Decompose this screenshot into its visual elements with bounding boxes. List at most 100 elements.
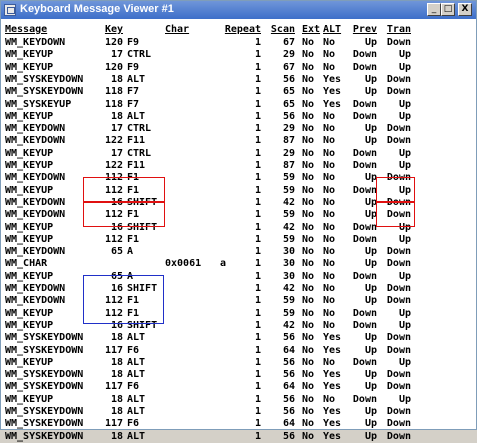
table-row[interactable]: WM_SYSKEYDOWN 18 ALT 1 56 No Yes Up Down bbox=[1, 405, 476, 418]
cell-tran: Up bbox=[398, 393, 411, 405]
cell-key: 18 bbox=[110, 73, 123, 85]
cell-tran: Down bbox=[386, 123, 411, 135]
cell-scan: 64 bbox=[282, 344, 295, 356]
cell-message: WM_KEYUP bbox=[5, 184, 54, 196]
cell-tran: Down bbox=[386, 381, 411, 393]
highlight-box-blue bbox=[83, 275, 164, 324]
table-row[interactable]: WM_SYSKEYDOWN 18 ALT 1 56 No Yes Up Down bbox=[1, 331, 476, 344]
cell-key: 18 bbox=[110, 332, 123, 344]
cell-ext: No bbox=[302, 196, 315, 208]
cell-scan: 87 bbox=[282, 135, 295, 147]
cell-tran: Down bbox=[386, 406, 411, 417]
cell-tran: Up bbox=[398, 147, 411, 159]
cell-prev: Up bbox=[364, 246, 377, 258]
table-row[interactable]: WM_SYSKEYDOWN 117 F6 1 64 No Yes Up Down bbox=[1, 417, 476, 430]
table-row[interactable]: WM_KEYDOWN 122 F11 1 87 No No Up Down bbox=[1, 134, 476, 147]
table-row[interactable]: WM_KEYUP 120 F9 1 67 No No Down Up bbox=[1, 61, 476, 74]
cell-message: WM_KEYDOWN bbox=[5, 135, 66, 147]
cell-keyname: F7 bbox=[127, 98, 140, 110]
highlight-box-red bbox=[376, 177, 415, 202]
cell-prev: Down bbox=[352, 233, 377, 245]
cell-keyname: CTRL bbox=[127, 123, 152, 135]
table-row[interactable]: WM_SYSKEYDOWN 18 ALT 1 56 No Yes Up Down bbox=[1, 430, 476, 443]
cell-keyname: F7 bbox=[127, 86, 140, 98]
table-row[interactable]: WM_KEYUP 112 F1 1 59 No No Down Up bbox=[1, 233, 476, 246]
cell-prev: Down bbox=[352, 160, 377, 171]
cell-scan: 56 bbox=[282, 332, 295, 344]
table-row[interactable]: WM_KEYUP 16 SHIFT 1 42 No No Down Up bbox=[1, 319, 476, 332]
cell-ext: No bbox=[302, 369, 315, 381]
cell-scan: 30 bbox=[282, 246, 295, 258]
cell-prev: Up bbox=[364, 283, 377, 294]
table-row[interactable]: WM_KEYUP 18 ALT 1 56 No No Down Up bbox=[1, 110, 476, 123]
cell-prev: Down bbox=[352, 98, 377, 110]
cell-scan: 56 bbox=[282, 406, 295, 417]
cell-ext: No bbox=[302, 73, 315, 85]
cell-prev: Up bbox=[364, 369, 377, 381]
table-row[interactable]: WM_CHAR 0x0061 a 1 30 No No Up Down bbox=[1, 257, 476, 270]
table-row[interactable]: WM_KEYDOWN 120 F9 1 67 No No Up Down bbox=[1, 36, 476, 49]
cell-prev: Up bbox=[364, 295, 377, 307]
cell-prev: Down bbox=[352, 184, 377, 196]
cell-prev: Up bbox=[364, 344, 377, 356]
cell-tran: Down bbox=[386, 37, 411, 48]
cell-scan: 65 bbox=[282, 98, 295, 110]
table-row[interactable]: WM_KEYDOWN 112 F1 1 59 No No Up Down bbox=[1, 294, 476, 307]
cell-prev: Down bbox=[352, 319, 377, 331]
table-row[interactable]: WM_SYSKEYDOWN 117 F6 1 64 No Yes Up Down bbox=[1, 380, 476, 393]
cell-scan: 59 bbox=[282, 184, 295, 196]
cell-repeat: 1 bbox=[254, 135, 261, 147]
cell-message: WM_KEYDOWN bbox=[5, 37, 66, 48]
cell-keyname: ALT bbox=[127, 110, 146, 122]
cell-key: 18 bbox=[110, 406, 123, 417]
cell-scan: 56 bbox=[282, 369, 295, 381]
cell-prev: Up bbox=[364, 196, 377, 208]
cell-tran: Up bbox=[398, 307, 411, 319]
table-row[interactable]: WM_KEYUP 17 CTRL 1 29 No No Down Up bbox=[1, 48, 476, 61]
table-row[interactable]: WM_KEYUP 18 ALT 1 56 No No Down Up bbox=[1, 356, 476, 369]
table-row[interactable]: WM_SYSKEYDOWN 117 F6 1 64 No Yes Up Down bbox=[1, 344, 476, 357]
cell-scan: 59 bbox=[282, 172, 295, 184]
cell-message: WM_KEYDOWN bbox=[5, 196, 66, 208]
table-row[interactable]: WM_SYSKEYDOWN 18 ALT 1 56 No Yes Up Down bbox=[1, 368, 476, 381]
message-list[interactable]: Message Key Char Repeat Scan Ext ALT Pre… bbox=[1, 19, 476, 442]
cell-ext: No bbox=[302, 61, 315, 73]
minimize-button[interactable]: _ bbox=[427, 3, 441, 16]
table-row[interactable]: WM_SYSKEYDOWN 18 ALT 1 56 No Yes Up Down bbox=[1, 73, 476, 86]
cell-prev: Up bbox=[364, 406, 377, 417]
cell-message: WM_KEYUP bbox=[5, 221, 54, 233]
cell-message: WM_SYSKEYDOWN bbox=[5, 73, 84, 85]
cell-ext: No bbox=[302, 381, 315, 393]
cell-ext: No bbox=[302, 406, 315, 417]
cell-ext: No bbox=[302, 393, 315, 405]
cell-repeat: 1 bbox=[254, 307, 261, 319]
table-row[interactable]: WM_SYSKEYDOWN 118 F7 1 65 No Yes Up Down bbox=[1, 85, 476, 98]
cell-scan: 59 bbox=[282, 209, 295, 221]
cell-tran: Up bbox=[398, 160, 411, 171]
app-icon[interactable] bbox=[4, 4, 16, 16]
cell-ext: No bbox=[302, 184, 315, 196]
table-row[interactable]: WM_KEYDOWN 65 A 1 30 No No Up Down bbox=[1, 245, 476, 258]
cell-prev: Up bbox=[364, 258, 377, 270]
cell-ext: No bbox=[302, 233, 315, 245]
table-row[interactable]: WM_SYSKEYUP 118 F7 1 65 No Yes Down Up bbox=[1, 98, 476, 111]
table-row[interactable]: WM_KEYUP 112 F1 1 59 No No Down Up bbox=[1, 307, 476, 320]
maximize-button[interactable]: □ bbox=[441, 3, 455, 16]
table-row[interactable]: WM_KEYDOWN 17 CTRL 1 29 No No Up Down bbox=[1, 122, 476, 135]
cell-repeat: 1 bbox=[254, 160, 261, 171]
cell-keyname: F9 bbox=[127, 61, 140, 73]
cell-message: WM_KEYUP bbox=[5, 160, 54, 171]
table-row[interactable]: WM_KEYUP 122 F11 1 87 No No Down Up bbox=[1, 159, 476, 172]
table-row[interactable]: WM_KEYUP 65 A 1 30 No No Down Up bbox=[1, 270, 476, 283]
table-row[interactable]: WM_KEYUP 18 ALT 1 56 No No Down Up bbox=[1, 393, 476, 406]
cell-message: WM_KEYUP bbox=[5, 49, 54, 61]
cell-key: 18 bbox=[110, 393, 123, 405]
cell-prev: Up bbox=[364, 135, 377, 147]
table-row[interactable]: WM_KEYDOWN 16 SHIFT 1 42 No No Up Down bbox=[1, 282, 476, 295]
title-bar[interactable]: Keyboard Message Viewer #1 _ □ X bbox=[1, 1, 476, 19]
cell-prev: Up bbox=[364, 37, 377, 48]
close-button[interactable]: X bbox=[458, 3, 472, 16]
cell-keyname: ALT bbox=[127, 332, 146, 344]
table-row[interactable]: WM_KEYUP 17 CTRL 1 29 No No Down Up bbox=[1, 147, 476, 160]
cell-message: WM_KEYUP bbox=[5, 61, 54, 73]
